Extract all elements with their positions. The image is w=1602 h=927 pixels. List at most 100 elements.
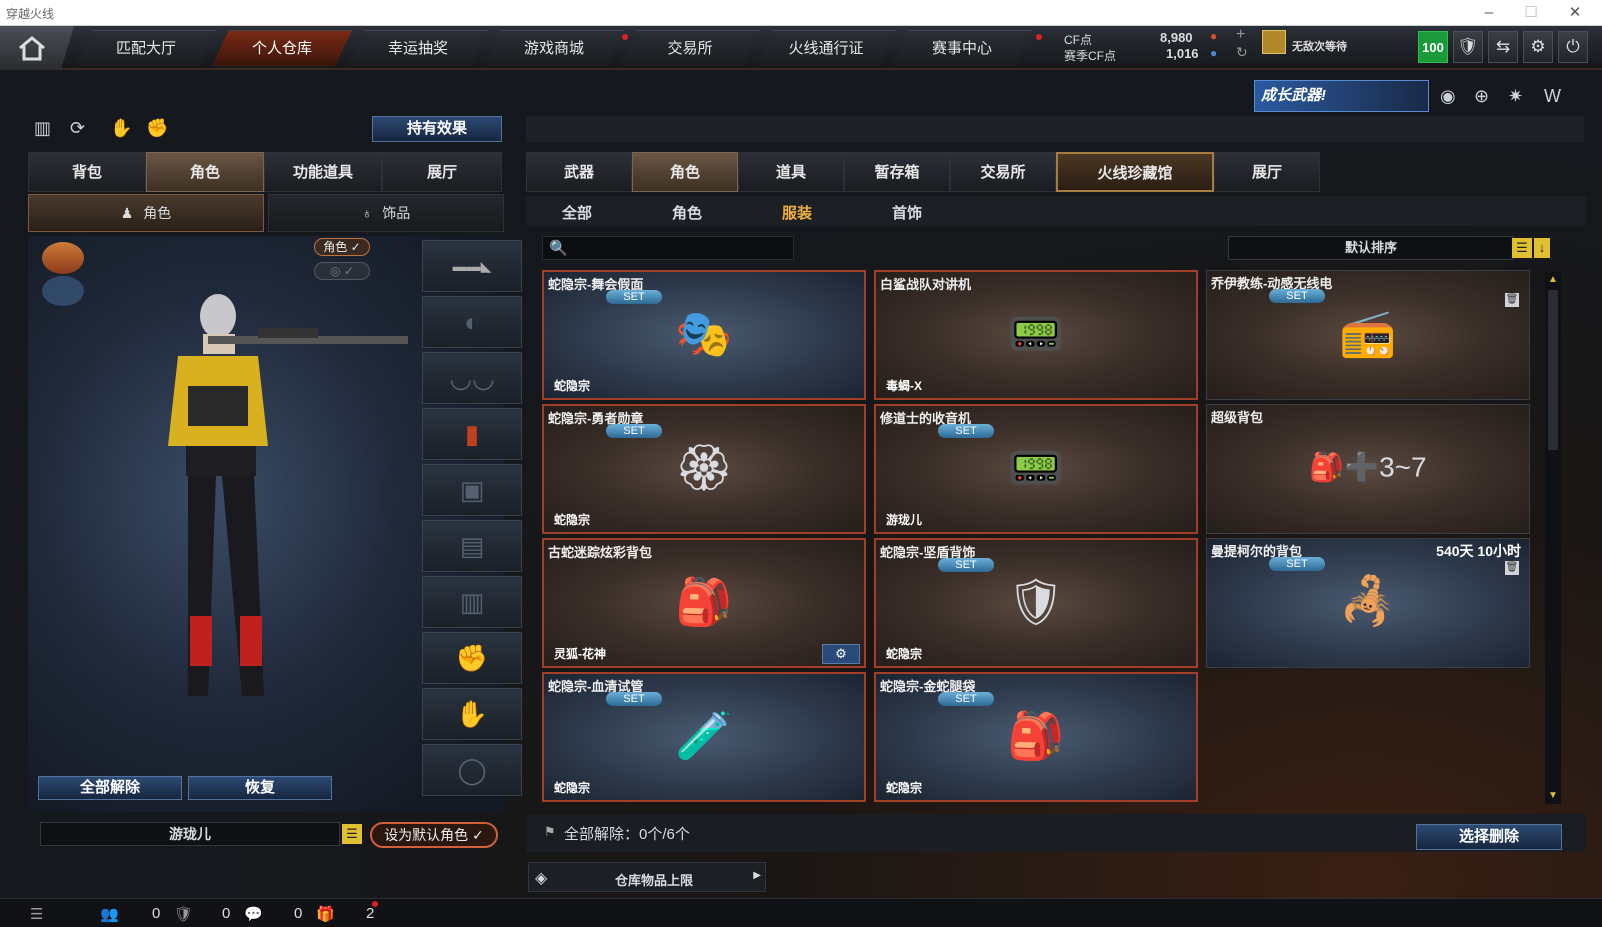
- scroll-down-icon[interactable]: ▼: [1547, 790, 1559, 802]
- subtab-role[interactable]: 角色: [672, 202, 702, 223]
- tab-showroom[interactable]: 展厅: [382, 152, 502, 192]
- trash-icon[interactable]: 🗑: [1505, 561, 1519, 575]
- maximize-icon[interactable]: ☐: [1516, 2, 1546, 24]
- slot-boots[interactable]: ✋: [422, 688, 522, 740]
- slot-eyes[interactable]: ◡◡: [422, 352, 522, 404]
- nav-tab-events[interactable]: 赛事中心: [892, 30, 1032, 66]
- add-icon[interactable]: +: [1236, 26, 1245, 44]
- list-icon[interactable]: ☰: [30, 905, 43, 923]
- slot-pants[interactable]: ▥: [422, 576, 522, 628]
- slot-vest[interactable]: ▤: [422, 520, 522, 572]
- emblem-icon[interactable]: ◉: [1440, 86, 1456, 107]
- hold-effect-button[interactable]: 持有效果: [372, 116, 502, 142]
- item-scrollbar[interactable]: ▲ ▼: [1545, 272, 1561, 804]
- faction-icon[interactable]: [42, 242, 84, 274]
- power-icon[interactable]: ⏻: [1558, 31, 1588, 63]
- globe-icon[interactable]: ⊕: [1474, 86, 1489, 107]
- subtab-costume[interactable]: 服装: [782, 202, 812, 223]
- chat-icon[interactable]: 💬: [244, 905, 263, 923]
- growth-weapon-banner[interactable]: 成长武器!: [1254, 80, 1429, 112]
- item-card[interactable]: 蛇隐宗-坚盾背饰 SET 🛡 蛇隐宗: [874, 538, 1198, 668]
- item-card[interactable]: 白鲨战队对讲机 📟 毒蝎-X: [874, 270, 1198, 400]
- restore-button[interactable]: 恢复: [188, 776, 332, 800]
- slot-radio[interactable]: ▮: [422, 408, 522, 460]
- tab-roles[interactable]: 角色: [632, 152, 738, 192]
- set-badge: SET: [1269, 557, 1325, 571]
- pose-icon[interactable]: ✋: [110, 118, 132, 139]
- subtab-label: 角色: [143, 205, 172, 221]
- search-input[interactable]: 🔍: [542, 236, 794, 260]
- nav-tab-warehouse[interactable]: 个人仓库: [212, 30, 352, 66]
- sort-menu-icon[interactable]: ☰: [1512, 238, 1532, 258]
- settings-icon[interactable]: ⚙: [822, 644, 860, 664]
- rank-label: 无敌次等待: [1292, 41, 1347, 53]
- list-menu-icon[interactable]: ☰: [342, 824, 362, 844]
- gift-icon[interactable]: 🎁: [316, 905, 335, 923]
- item-card[interactable]: 曼提柯尔的背包 SET 🦂 540天 10小时 🗑: [1206, 538, 1530, 668]
- item-card[interactable]: 蛇隐宗-金蛇腿袋 SET 🎒 蛇隐宗: [874, 672, 1198, 802]
- minimize-icon[interactable]: –: [1474, 2, 1504, 24]
- search-icon: 🔍: [549, 240, 568, 257]
- character-name-field[interactable]: 游珑儿: [40, 822, 340, 846]
- home-button[interactable]: [0, 26, 74, 70]
- storage-limit-button[interactable]: ◈ 仓库物品上限 ▶: [528, 862, 766, 892]
- gear-icon[interactable]: ⚙: [1523, 31, 1553, 63]
- set-default-character-button[interactable]: 设为默认角色 ✓: [370, 822, 498, 848]
- wolf-icon[interactable]: ✷: [1508, 86, 1523, 107]
- slot-back[interactable]: ▣: [422, 464, 522, 516]
- item-card[interactable]: 超级背包 🎒➕3~7: [1206, 404, 1530, 534]
- close-icon[interactable]: ✕: [1560, 2, 1590, 24]
- trash-icon[interactable]: 🗑: [1505, 293, 1519, 307]
- refresh-icon[interactable]: ↻: [1236, 44, 1248, 61]
- item-card[interactable]: 蛇隐宗-舞会假面 SET 🎭 蛇隐宗: [542, 270, 866, 400]
- expand-icon: ▶: [753, 870, 761, 881]
- home-icon: [19, 36, 45, 61]
- slot-ring[interactable]: ◯: [422, 744, 522, 796]
- tab-character[interactable]: 角色: [146, 152, 264, 192]
- friends-icon[interactable]: 👥: [100, 905, 119, 923]
- grenade-icon[interactable]: ✊: [146, 118, 168, 139]
- tab-weapons[interactable]: 武器: [526, 152, 632, 192]
- stats-icon[interactable]: ▥: [34, 118, 51, 139]
- nav-tab-pass[interactable]: 火线通行证: [756, 30, 896, 66]
- scroll-up-icon[interactable]: ▲: [1547, 274, 1559, 286]
- nav-tab-shop[interactable]: 游戏商城: [484, 30, 624, 66]
- subtab-character[interactable]: ♟ 角色: [28, 194, 264, 232]
- tab-exhibit[interactable]: 展厅: [1214, 152, 1320, 192]
- slot-gloves[interactable]: ✊: [422, 632, 522, 684]
- subtab-all[interactable]: 全部: [562, 202, 592, 223]
- tab-collection[interactable]: 火线珍藏馆: [1056, 152, 1214, 192]
- slot-head[interactable]: ◐: [422, 296, 522, 348]
- faction-alt-icon[interactable]: [42, 276, 84, 306]
- item-card[interactable]: 蛇隐宗-血清试管 SET 🧪 蛇隐宗: [542, 672, 866, 802]
- release-all-button[interactable]: 全部解除: [38, 776, 182, 800]
- role-badge[interactable]: 角色 ✓: [314, 238, 370, 256]
- tab-props[interactable]: 道具: [738, 152, 844, 192]
- nav-tab-exchange[interactable]: 交易所: [620, 30, 760, 66]
- rotate-icon[interactable]: ⟳: [70, 118, 85, 139]
- switch-icon[interactable]: ⇆: [1488, 31, 1518, 63]
- item-card[interactable]: 乔伊教练-动感无线电 SET 📻 🗑: [1206, 270, 1530, 400]
- slot-weapon[interactable]: ▬▬◣: [422, 240, 522, 292]
- wings-icon[interactable]: W: [1544, 86, 1561, 107]
- tab-exchange[interactable]: 交易所: [950, 152, 1056, 192]
- nav-tab-lobby[interactable]: 匹配大厅: [76, 30, 216, 66]
- tab-function-items[interactable]: 功能道具: [264, 152, 382, 192]
- tab-storage[interactable]: 暂存箱: [844, 152, 950, 192]
- item-card[interactable]: 蛇隐宗-勇者勋章 SET 🏵 蛇隐宗: [542, 404, 866, 534]
- badge-icon[interactable]: 🛡: [1453, 31, 1483, 63]
- scroll-thumb[interactable]: [1548, 290, 1558, 450]
- set-badge: SET: [938, 424, 994, 438]
- level-badge[interactable]: 100: [1418, 31, 1448, 63]
- sort-direction-icon[interactable]: ↓: [1534, 238, 1550, 258]
- sort-dropdown[interactable]: 默认排序: [1228, 236, 1514, 260]
- item-card[interactable]: 古蛇迷踪炫彩背包 🎒 灵狐-花神 ⚙: [542, 538, 866, 668]
- nav-tab-lottery[interactable]: 幸运抽奖: [348, 30, 488, 66]
- subtab-jewelry[interactable]: 首饰: [892, 202, 922, 223]
- clan-icon[interactable]: 🛡: [174, 905, 193, 923]
- tab-backpack[interactable]: 背包: [28, 152, 146, 192]
- select-delete-button[interactable]: 选择删除: [1416, 824, 1562, 850]
- item-owner: 毒蝎-X: [886, 379, 923, 393]
- subtab-accessory[interactable]: ♁ 饰品: [268, 194, 504, 232]
- item-card[interactable]: 修道士的收音机 SET 📟 游珑儿: [874, 404, 1198, 534]
